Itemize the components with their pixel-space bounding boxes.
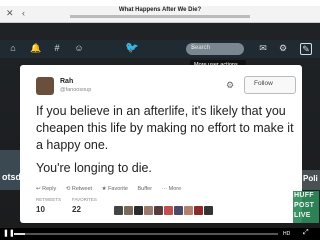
url-bar[interactable] bbox=[70, 15, 250, 18]
messages-icon[interactable]: ✉ bbox=[258, 43, 268, 53]
notifications-icon[interactable]: 🔔 bbox=[30, 43, 41, 53]
logo-line-1: HUFF bbox=[294, 192, 314, 199]
follow-label: Follow bbox=[254, 80, 273, 87]
background-text-right: Poli bbox=[303, 174, 318, 183]
video-controls: ❚❚ HD ⤢ bbox=[0, 228, 320, 240]
background-sign-right: Poli bbox=[302, 170, 320, 190]
avatar[interactable] bbox=[36, 77, 54, 95]
logo-line-2: POST bbox=[294, 202, 315, 209]
background-text-left: otsd bbox=[2, 172, 21, 182]
fullscreen-icon[interactable]: ⤢ bbox=[303, 229, 309, 237]
avatar[interactable] bbox=[114, 206, 123, 215]
retweet-button[interactable]: ⟲ Retweet bbox=[66, 186, 92, 192]
tweet-text-second: You're longing to die. bbox=[36, 161, 152, 175]
twitter-nav-bar: ⌂ 🔔 # ☺ 🐦 Search ⌕ ✉ ⚙ ✎ bbox=[0, 40, 320, 58]
huffpost-live-logo: HUFF POST LIVE bbox=[293, 191, 319, 223]
avatar[interactable] bbox=[124, 206, 133, 215]
avatar[interactable] bbox=[134, 206, 143, 215]
browser-toolbar: ✕ ‹ What Happens After We Die? bbox=[0, 6, 320, 23]
retweets-label: RETWEETS bbox=[36, 197, 62, 202]
more-button[interactable]: ··· More bbox=[162, 186, 182, 192]
tweet-card: Rah @fanoosoup ⚙ Follow If you believe i… bbox=[20, 65, 302, 223]
favorite-button[interactable]: ★ Favorite bbox=[102, 186, 128, 192]
avatar[interactable] bbox=[154, 206, 163, 215]
follow-button[interactable]: Follow bbox=[244, 76, 296, 94]
reply-button[interactable]: ↩ Reply bbox=[36, 186, 56, 192]
favorites-count[interactable]: 22 bbox=[72, 205, 81, 214]
hashtag-icon[interactable]: # bbox=[52, 43, 62, 53]
logo-line-3: LIVE bbox=[294, 212, 311, 219]
progress-fill bbox=[14, 233, 25, 235]
tweet-actions: ↩ Reply ⟲ Retweet ★ Favorite Buffer ··· … bbox=[36, 186, 189, 194]
avatar[interactable] bbox=[164, 206, 173, 215]
profile-icon[interactable]: ☺ bbox=[74, 43, 84, 53]
avatar[interactable] bbox=[174, 206, 183, 215]
favorites-label: FAVORITES bbox=[72, 197, 97, 202]
pause-icon[interactable]: ❚❚ bbox=[3, 229, 15, 237]
user-name[interactable]: Rah bbox=[60, 78, 73, 85]
avatar[interactable] bbox=[184, 206, 193, 215]
gear-icon[interactable]: ⚙ bbox=[226, 80, 234, 91]
hd-badge[interactable]: HD bbox=[283, 231, 290, 237]
page-title: What Happens After We Die? bbox=[118, 7, 202, 13]
feather-icon[interactable]: ✎ bbox=[300, 43, 312, 55]
twitter-bird-icon[interactable]: 🐦 bbox=[125, 43, 139, 54]
progress-bar[interactable] bbox=[14, 233, 278, 235]
search-icon[interactable]: ⌕ bbox=[191, 45, 239, 52]
settings-icon[interactable]: ⚙ bbox=[278, 43, 288, 53]
avatar[interactable] bbox=[194, 206, 203, 215]
tweet-text: If you believe in an afterlife, it's lik… bbox=[36, 104, 294, 152]
retweets-count[interactable]: 10 bbox=[36, 205, 45, 214]
avatar[interactable] bbox=[204, 206, 213, 215]
search-input[interactable]: Search ⌕ bbox=[186, 43, 244, 55]
user-handle[interactable]: @fanoosoup bbox=[60, 87, 91, 93]
buffer-button[interactable]: Buffer bbox=[137, 186, 152, 192]
favoriter-avatars bbox=[114, 202, 214, 215]
avatar[interactable] bbox=[144, 206, 153, 215]
background-sign-left: otsd bbox=[0, 150, 21, 190]
home-icon[interactable]: ⌂ bbox=[8, 43, 18, 53]
